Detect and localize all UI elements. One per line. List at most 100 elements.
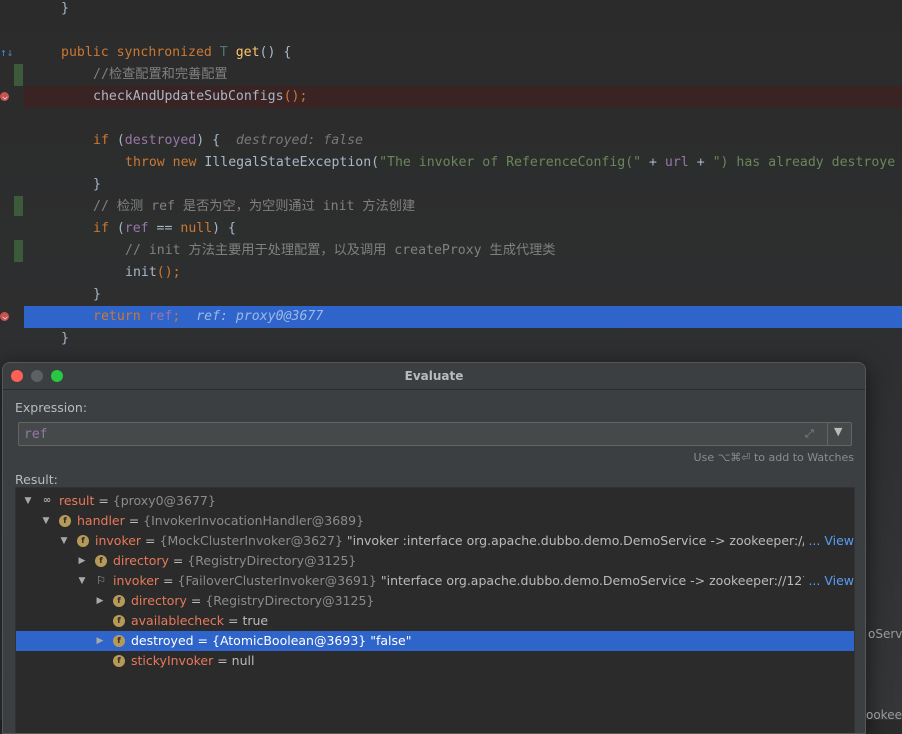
code-line[interactable]: // init 方法主要用于处理配置，以及调用 createProxy 生成代理…: [24, 240, 902, 262]
code-token: ") has already destroye: [712, 155, 896, 170]
tree-node-label: stickyInvoker = null: [131, 651, 254, 671]
tree-row[interactable]: ▼ ⚐ invoker = {FailoverClusterInvoker@3691…: [16, 571, 854, 591]
tree-row[interactable]: ▼ f handler = {InvokerInvocationHandler@36…: [16, 511, 854, 531]
tree-row[interactable]: ▶ f destroyed = {AtomicBoolean@3693} "fals…: [16, 631, 854, 651]
code-token: ;: [172, 309, 197, 324]
code-line[interactable]: public synchronized T get() {: [24, 42, 902, 64]
code-token: (: [116, 133, 125, 148]
code-token: public: [61, 45, 117, 60]
execution-point-line[interactable]: return ref; ref: proxy0@3677: [24, 306, 902, 328]
expression-label: Expression:: [15, 400, 88, 415]
code-line[interactable]: }: [24, 0, 902, 20]
code-token: T: [219, 45, 236, 60]
variable-name: availablecheck: [131, 613, 225, 628]
code-text: // init 方法主要用于处理配置，以及调用 createProxy 生成代理…: [125, 240, 555, 262]
code-token: //检查配置和完善配置: [93, 67, 228, 82]
override-gutter-icon[interactable]: ↑↓: [0, 46, 13, 59]
code-line[interactable]: // 检测 ref 是否为空，为空则通过 init 方法创建: [24, 196, 902, 218]
expand-arrow-icon[interactable]: ▶: [94, 591, 106, 611]
breakpoint-icon[interactable]: [0, 312, 9, 321]
equals-sign: =: [124, 513, 144, 528]
code-token: init: [125, 265, 157, 280]
tree-row[interactable]: f availablecheck = true: [16, 611, 854, 631]
tree-row[interactable]: ▶ f directory = {RegistryDirectory@3125}: [16, 591, 854, 611]
field-icon: f: [113, 595, 125, 607]
tree-node-label: result = {proxy0@3677}: [59, 491, 216, 511]
code-token: ref: [124, 221, 149, 236]
variable-value: null: [231, 653, 255, 668]
code-line[interactable]: //检查配置和完善配置: [24, 64, 902, 86]
variable-value: "invoker :interface org.apache.dubbo.dem…: [342, 533, 847, 548]
code-line[interactable]: }: [24, 174, 902, 196]
code-token: }: [93, 177, 101, 192]
object-reference: {proxy0@3677}: [112, 493, 216, 508]
view-link[interactable]: ... View: [804, 571, 854, 591]
field-icon: f: [95, 555, 107, 567]
code-token: }: [93, 287, 101, 302]
collapse-arrow-icon[interactable]: ▼: [58, 531, 70, 551]
code-line[interactable]: [24, 20, 902, 42]
vcs-change-marker: [14, 196, 23, 216]
breakpoint-icon[interactable]: [0, 92, 9, 101]
object-reference: {MockClusterInvoker@3627}: [159, 533, 343, 548]
code-token: ();: [156, 265, 181, 280]
background-text: oServi: [868, 627, 902, 641]
variable-value: true: [242, 613, 269, 628]
vcs-change-marker: [14, 240, 23, 262]
dialog-title: Evaluate: [404, 369, 464, 383]
flag-icon: ⚐: [96, 574, 106, 587]
tree-row[interactable]: ▶ f directory = {RegistryDirectory@3125}: [16, 551, 854, 571]
code-line[interactable]: if (destroyed) { destroyed: false: [24, 130, 902, 152]
result-tree[interactable]: ▼ ∞ result = {proxy0@3677} ▼ f handler = {Inv…: [15, 487, 855, 733]
equals-sign: =: [159, 573, 178, 588]
collapse-arrow-icon[interactable]: ▼: [76, 571, 88, 591]
expression-field[interactable]: ⤢ ▼: [18, 422, 852, 446]
code-line[interactable]: throw new IllegalStateException("The inv…: [24, 152, 902, 174]
history-dropdown-icon[interactable]: ▼: [834, 425, 842, 438]
code-token: ref: [148, 309, 173, 324]
expand-arrow-icon[interactable]: ▶: [76, 551, 88, 571]
expand-editor-icon[interactable]: ⤢: [805, 427, 814, 441]
equals-sign: =: [186, 593, 206, 608]
result-label: Result:: [15, 472, 58, 487]
object-reference: {InvokerInvocationHandler@3689}: [143, 513, 365, 528]
code-token: checkAndUpdateSubConfigs: [93, 89, 284, 104]
inline-debug-value: destroyed: false: [235, 133, 363, 148]
glasses-icon: ∞: [42, 495, 52, 506]
code-line[interactable]: }: [24, 328, 902, 350]
variable-value: "interface org.apache.dubbo.demo.DemoSer…: [376, 573, 851, 588]
variable-name: invoker: [95, 533, 142, 548]
tree-row[interactable]: ▼ f invoker = {MockClusterInvoker@3627} "i…: [16, 531, 854, 551]
field-icon: f: [113, 635, 125, 647]
view-link[interactable]: ... View: [804, 531, 854, 551]
dialog-titlebar[interactable]: Evaluate: [3, 363, 865, 390]
code-line[interactable]: if (ref == null) {: [24, 218, 902, 240]
equals-sign: =: [168, 553, 188, 568]
code-token: }: [61, 1, 69, 16]
tree-node-label: invoker = {FailoverClusterInvoker@3691} …: [113, 571, 850, 591]
equals-sign: =: [224, 613, 243, 628]
tree-row[interactable]: ▼ ∞ result = {proxy0@3677}: [16, 491, 854, 511]
code-line[interactable]: [24, 108, 902, 130]
collapse-arrow-icon[interactable]: ▼: [40, 511, 52, 531]
code-token: ();: [283, 89, 308, 104]
collapse-arrow-icon[interactable]: ▼: [22, 491, 34, 511]
equals-sign: =: [213, 653, 232, 668]
expand-arrow-icon[interactable]: ▶: [94, 631, 106, 651]
code-line[interactable]: }: [24, 284, 902, 306]
code-token: null: [180, 221, 213, 236]
field-icon: f: [113, 615, 125, 627]
code-text: throw new IllegalStateException("The inv…: [125, 152, 895, 174]
code-token: if: [93, 221, 117, 236]
expression-input[interactable]: [19, 423, 804, 445]
tree-node-label: invoker = {MockClusterInvoker@3627} "inv…: [95, 531, 846, 551]
code-token: ) {: [196, 133, 236, 148]
code-line[interactable]: init();: [24, 262, 902, 284]
tree-row[interactable]: f stickyInvoker = null: [16, 651, 854, 671]
code-text: checkAndUpdateSubConfigs();: [93, 86, 307, 108]
field-icon: f: [59, 515, 71, 527]
object-reference: {RegistryDirectory@3125}: [205, 593, 375, 608]
dropdown-separator: [827, 423, 828, 445]
code-text: // 检测 ref 是否为空，为空则通过 init 方法创建: [93, 196, 415, 218]
breakpoint-line[interactable]: checkAndUpdateSubConfigs();: [24, 86, 902, 108]
